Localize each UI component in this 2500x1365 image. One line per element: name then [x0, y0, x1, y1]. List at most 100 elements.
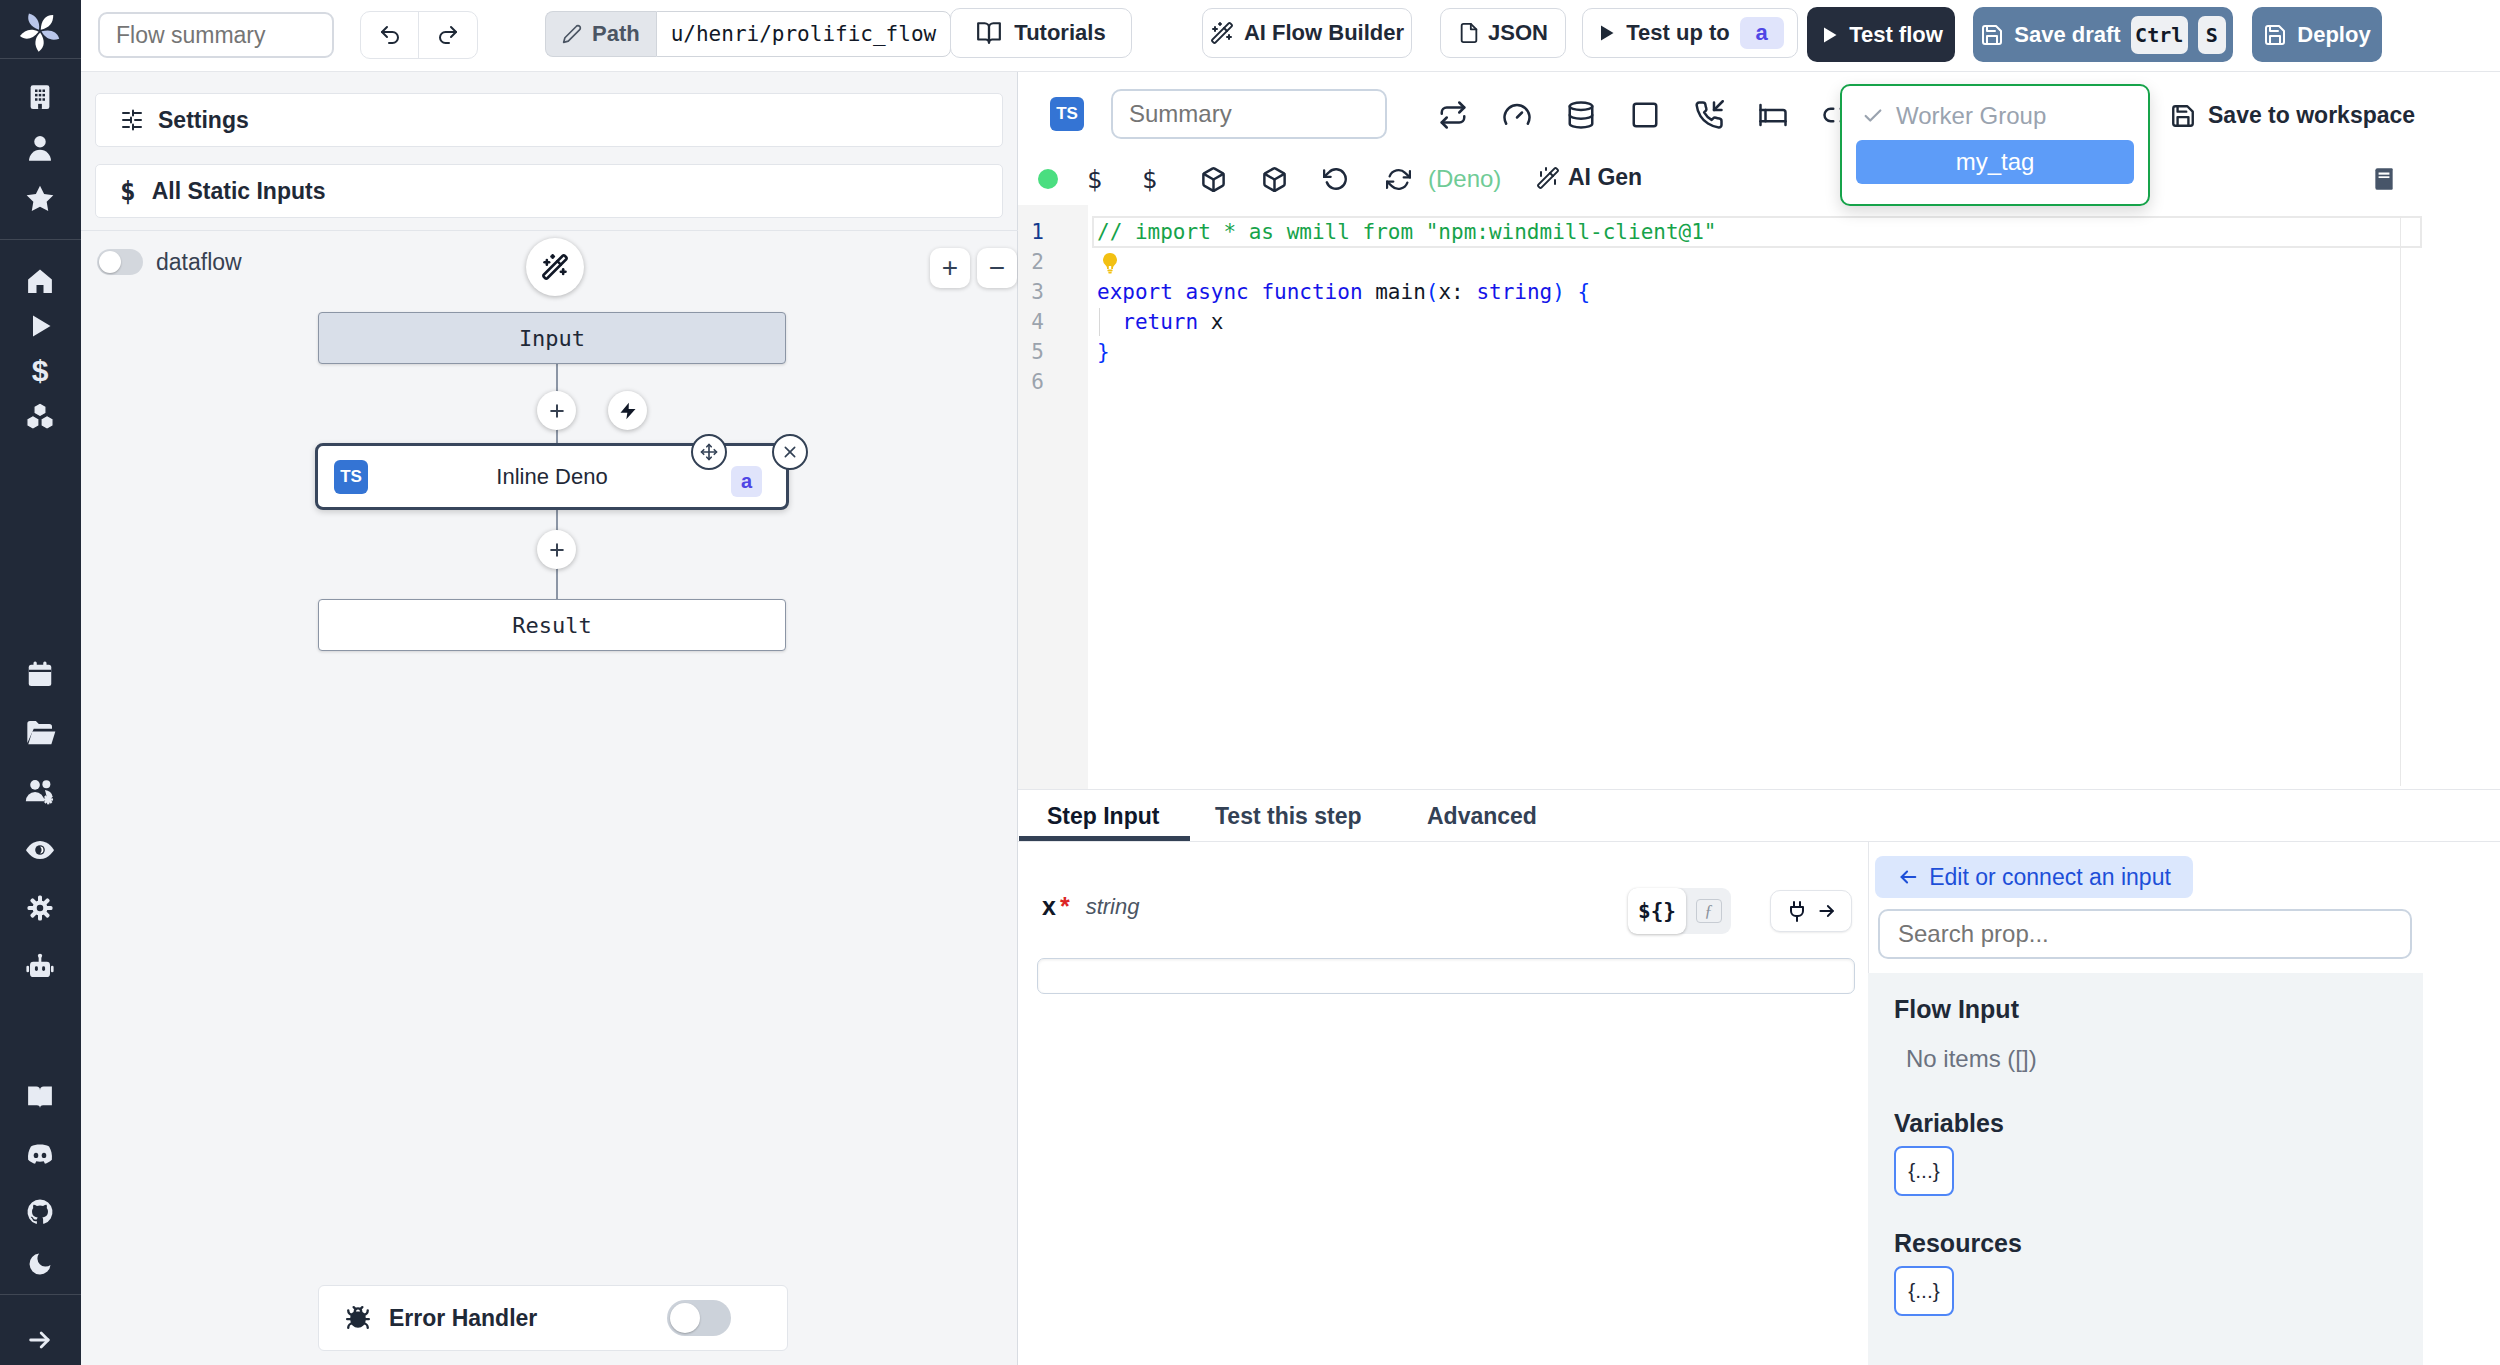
folders-icon[interactable]	[24, 717, 56, 749]
schedules-calendar-icon[interactable]	[25, 659, 55, 689]
wand-icon	[541, 253, 569, 281]
home-icon[interactable]	[25, 266, 55, 296]
lightbulb-icon[interactable]	[1098, 251, 1122, 275]
error-handler-toggle[interactable]	[667, 1300, 731, 1336]
add-step-button-bottom[interactable]	[537, 530, 576, 569]
test-up-to-step-badge: a	[1740, 17, 1784, 49]
tab-bar: Step Input Test this step Advanced	[1018, 790, 2500, 842]
step-panel: Step Input Test this step Advanced x * s…	[1018, 789, 2500, 1365]
assets-dollar-icon[interactable]: $	[1087, 165, 1102, 194]
undo-button[interactable]	[361, 12, 419, 58]
error-handler-row[interactable]: Error Handler	[318, 1285, 788, 1351]
move-icon	[700, 443, 718, 461]
save-icon	[2263, 23, 2287, 47]
zoom-out-button[interactable]: −	[977, 248, 1017, 288]
bolt-icon	[618, 401, 638, 421]
windmill-logo[interactable]	[17, 8, 63, 54]
variables-dollar-icon[interactable]: $	[1142, 165, 1157, 194]
no-items-text: No items ([])	[1906, 1045, 2037, 1073]
connect-input-button[interactable]	[1770, 890, 1852, 932]
favorites-star-icon[interactable]	[24, 183, 56, 215]
sidebar-divider-top	[0, 58, 81, 59]
retries-repeat-icon[interactable]	[1438, 100, 1468, 130]
refresh-icon[interactable]	[1386, 167, 1411, 192]
variables-dollar-icon[interactable]: $	[32, 354, 49, 388]
ai-gen-button[interactable]: AI Gen	[1536, 164, 1642, 191]
tutorials-button[interactable]: Tutorials	[950, 8, 1132, 58]
expr-toggle-static[interactable]: ${}	[1628, 888, 1686, 934]
discord-icon[interactable]	[24, 1139, 56, 1171]
save-draft-button[interactable]: Save draft Ctrl S	[1973, 7, 2233, 62]
undo-icon	[378, 23, 402, 47]
flow-summary-input[interactable]	[98, 12, 334, 58]
expr-toggle-fn[interactable]: ƒ	[1686, 899, 1731, 923]
save-to-workspace-button[interactable]: Save to workspace	[2170, 102, 2415, 129]
tab-step-input[interactable]: Step Input	[1047, 803, 1159, 830]
flow-node-input[interactable]: Input	[318, 312, 786, 364]
test-up-to-button[interactable]: Test up to a	[1582, 8, 1798, 58]
all-static-inputs-row[interactable]: $ All Static Inputs	[95, 164, 1003, 218]
search-prop-input[interactable]	[1878, 909, 2412, 959]
test-flow-button[interactable]: Test flow	[1807, 7, 1955, 62]
path-label-segment: Path	[545, 11, 656, 57]
dark-mode-moon-icon[interactable]	[26, 1250, 54, 1278]
mock-square-icon[interactable]	[1630, 100, 1660, 130]
code-area[interactable]: 123456 // import * as wmill from "npm:wi…	[1018, 205, 2500, 789]
fn-toggle-label: ƒ	[1696, 899, 1722, 923]
redo-button[interactable]	[419, 12, 477, 58]
ai-flow-builder-button[interactable]: AI Flow Builder	[1202, 8, 1412, 58]
audit-eye-icon[interactable]	[24, 834, 56, 866]
docs-book-icon[interactable]	[25, 1082, 55, 1112]
suspend-phone-icon[interactable]	[1694, 100, 1724, 130]
flow-node-result[interactable]: Result	[318, 599, 786, 651]
tab-advanced[interactable]: Advanced	[1427, 803, 1537, 830]
wand-icon	[1536, 166, 1560, 190]
history-icon[interactable]	[1323, 166, 1349, 192]
runs-play-icon[interactable]	[26, 312, 54, 340]
flow-settings-row[interactable]: Settings	[95, 93, 1003, 147]
deploy-button[interactable]: Deploy	[2252, 7, 2382, 62]
package-icon-2[interactable]	[1261, 166, 1288, 193]
zoom-in-button[interactable]: +	[930, 248, 970, 288]
github-icon[interactable]	[25, 1197, 55, 1227]
save-icon	[1980, 23, 2004, 47]
dataflow-toggle[interactable]	[97, 249, 143, 275]
groups-icon[interactable]	[23, 775, 57, 809]
arg-label: x * string	[1042, 892, 1139, 921]
user-icon[interactable]	[24, 132, 56, 164]
edit-or-connect-button[interactable]: Edit or connect an input	[1875, 856, 2193, 898]
close-icon	[782, 444, 798, 460]
worker-group-option[interactable]: Worker Group	[1842, 92, 2148, 140]
sidebar-divider-mid	[0, 239, 81, 240]
cache-database-icon[interactable]	[1566, 100, 1596, 130]
variables-object-chip[interactable]: {...}	[1894, 1146, 1954, 1196]
path-chip[interactable]: Path u/henri/prolific_flow	[545, 11, 951, 57]
move-step-button[interactable]	[691, 434, 727, 470]
tab-test-this-step[interactable]: Test this step	[1215, 803, 1362, 830]
arrow-right-icon	[1817, 901, 1837, 921]
ai-wand-button[interactable]	[526, 238, 584, 296]
package-icon[interactable]	[1200, 166, 1227, 193]
save-icon	[2170, 103, 2196, 129]
settings-gear-icon[interactable]	[25, 893, 55, 923]
arg-value-input[interactable]	[1037, 958, 1855, 994]
expand-sidebar-arrow-icon[interactable]	[26, 1326, 54, 1354]
worker-group-dropdown[interactable]: Worker Group my_tag	[1840, 84, 2150, 206]
ai-robot-icon[interactable]	[24, 951, 56, 983]
summary-input[interactable]	[1111, 89, 1387, 139]
script-docs-book-icon[interactable]	[2371, 166, 2397, 192]
plug-icon	[1785, 899, 1809, 923]
worker-tag-option[interactable]: my_tag	[1856, 140, 2134, 184]
resources-object-chip[interactable]: {...}	[1894, 1266, 1954, 1316]
plus-icon	[547, 401, 567, 421]
workspace-icon[interactable]	[25, 82, 55, 112]
dataflow-label: dataflow	[156, 249, 242, 275]
resources-cubes-icon[interactable]	[24, 400, 56, 432]
add-step-button-top[interactable]	[537, 391, 576, 430]
flow-node-result-label: Result	[512, 613, 591, 638]
delete-step-button[interactable]	[772, 434, 808, 470]
json-button[interactable]: JSON	[1440, 8, 1566, 58]
sleep-bed-icon[interactable]	[1758, 100, 1788, 130]
trigger-bolt-button[interactable]	[608, 391, 647, 430]
early-stop-gauge-icon[interactable]	[1502, 100, 1532, 130]
